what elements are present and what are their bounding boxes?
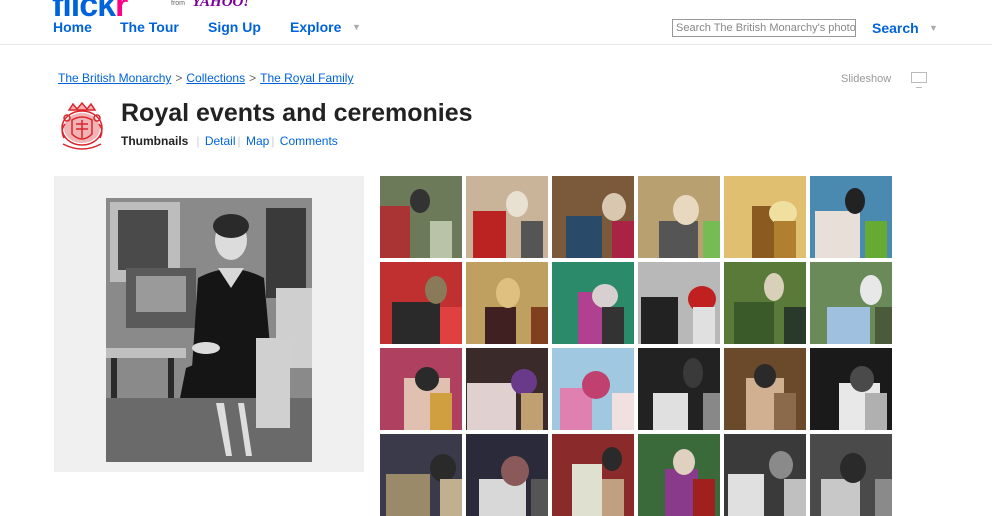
slideshow-icon[interactable]: [911, 72, 927, 88]
breadcrumb: The British Monarchy > Collections > The Roy…: [58, 71, 353, 85]
page-title: Royal events and ceremonies: [121, 99, 473, 127]
explore-dropdown-arrow-icon[interactable]: ▼: [352, 22, 361, 32]
photo-thumbnail[interactable]: [380, 348, 462, 430]
breadcrumb-collections[interactable]: Collections: [186, 71, 245, 85]
tab-thumbnails: Thumbnails: [121, 134, 189, 148]
photo-thumbnail[interactable]: [810, 262, 892, 344]
search-dropdown-arrow-icon[interactable]: ▼: [929, 23, 938, 33]
slideshow-link[interactable]: Slideshow: [841, 73, 891, 85]
photo-thumbnail[interactable]: [466, 262, 548, 344]
photo-thumbnail[interactable]: [466, 348, 548, 430]
nav-the-tour[interactable]: The Tour: [120, 19, 179, 35]
featured-photo[interactable]: [106, 198, 312, 462]
nav-home[interactable]: Home: [53, 19, 92, 35]
photo-thumbnail[interactable]: [638, 176, 720, 258]
photo-thumbnail[interactable]: [638, 434, 720, 516]
tab-comments[interactable]: Comments: [280, 134, 338, 148]
photo-thumbnail[interactable]: [552, 262, 634, 344]
view-tabs: Thumbnails | Detail | Map | Comments: [121, 134, 338, 148]
photo-thumbnail[interactable]: [552, 434, 634, 516]
yahoo-logo: YAHOO!: [192, 0, 250, 10]
photo-thumbnail[interactable]: [380, 434, 462, 516]
photo-thumbnail[interactable]: [638, 348, 720, 430]
breadcrumb-owner[interactable]: The British Monarchy: [58, 71, 171, 85]
from-label: from: [171, 0, 185, 7]
photo-thumbnail[interactable]: [724, 348, 806, 430]
search-button[interactable]: Search: [872, 20, 919, 36]
photo-thumbnail[interactable]: [466, 176, 548, 258]
photo-thumbnail[interactable]: [724, 262, 806, 344]
breadcrumb-separator: >: [249, 71, 257, 85]
photo-thumbnail[interactable]: [552, 176, 634, 258]
nav-explore[interactable]: Explore: [290, 19, 341, 35]
photo-thumbnail[interactable]: [466, 434, 548, 516]
royal-crest-icon: [61, 101, 103, 150]
nav-sign-up[interactable]: Sign Up: [208, 19, 261, 35]
photo-thumbnail[interactable]: [552, 348, 634, 430]
tab-map[interactable]: Map: [246, 134, 269, 148]
breadcrumb-collection[interactable]: The Royal Family: [260, 71, 353, 85]
photo-thumbnail[interactable]: [380, 262, 462, 344]
photo-thumbnail[interactable]: [810, 176, 892, 258]
photo-thumbnail[interactable]: [724, 176, 806, 258]
photo-thumbnail[interactable]: [724, 434, 806, 516]
featured-photo-panel: [54, 176, 364, 472]
photo-thumbnail[interactable]: [380, 176, 462, 258]
photo-thumbnail[interactable]: [638, 262, 720, 344]
photo-thumbnail[interactable]: [810, 434, 892, 516]
tab-detail[interactable]: Detail: [205, 134, 236, 148]
photo-thumbnail[interactable]: [810, 348, 892, 430]
search-input[interactable]: Search The British Monarchy's photos: [672, 19, 856, 37]
breadcrumb-separator: >: [175, 71, 183, 85]
header-divider: [0, 44, 992, 45]
